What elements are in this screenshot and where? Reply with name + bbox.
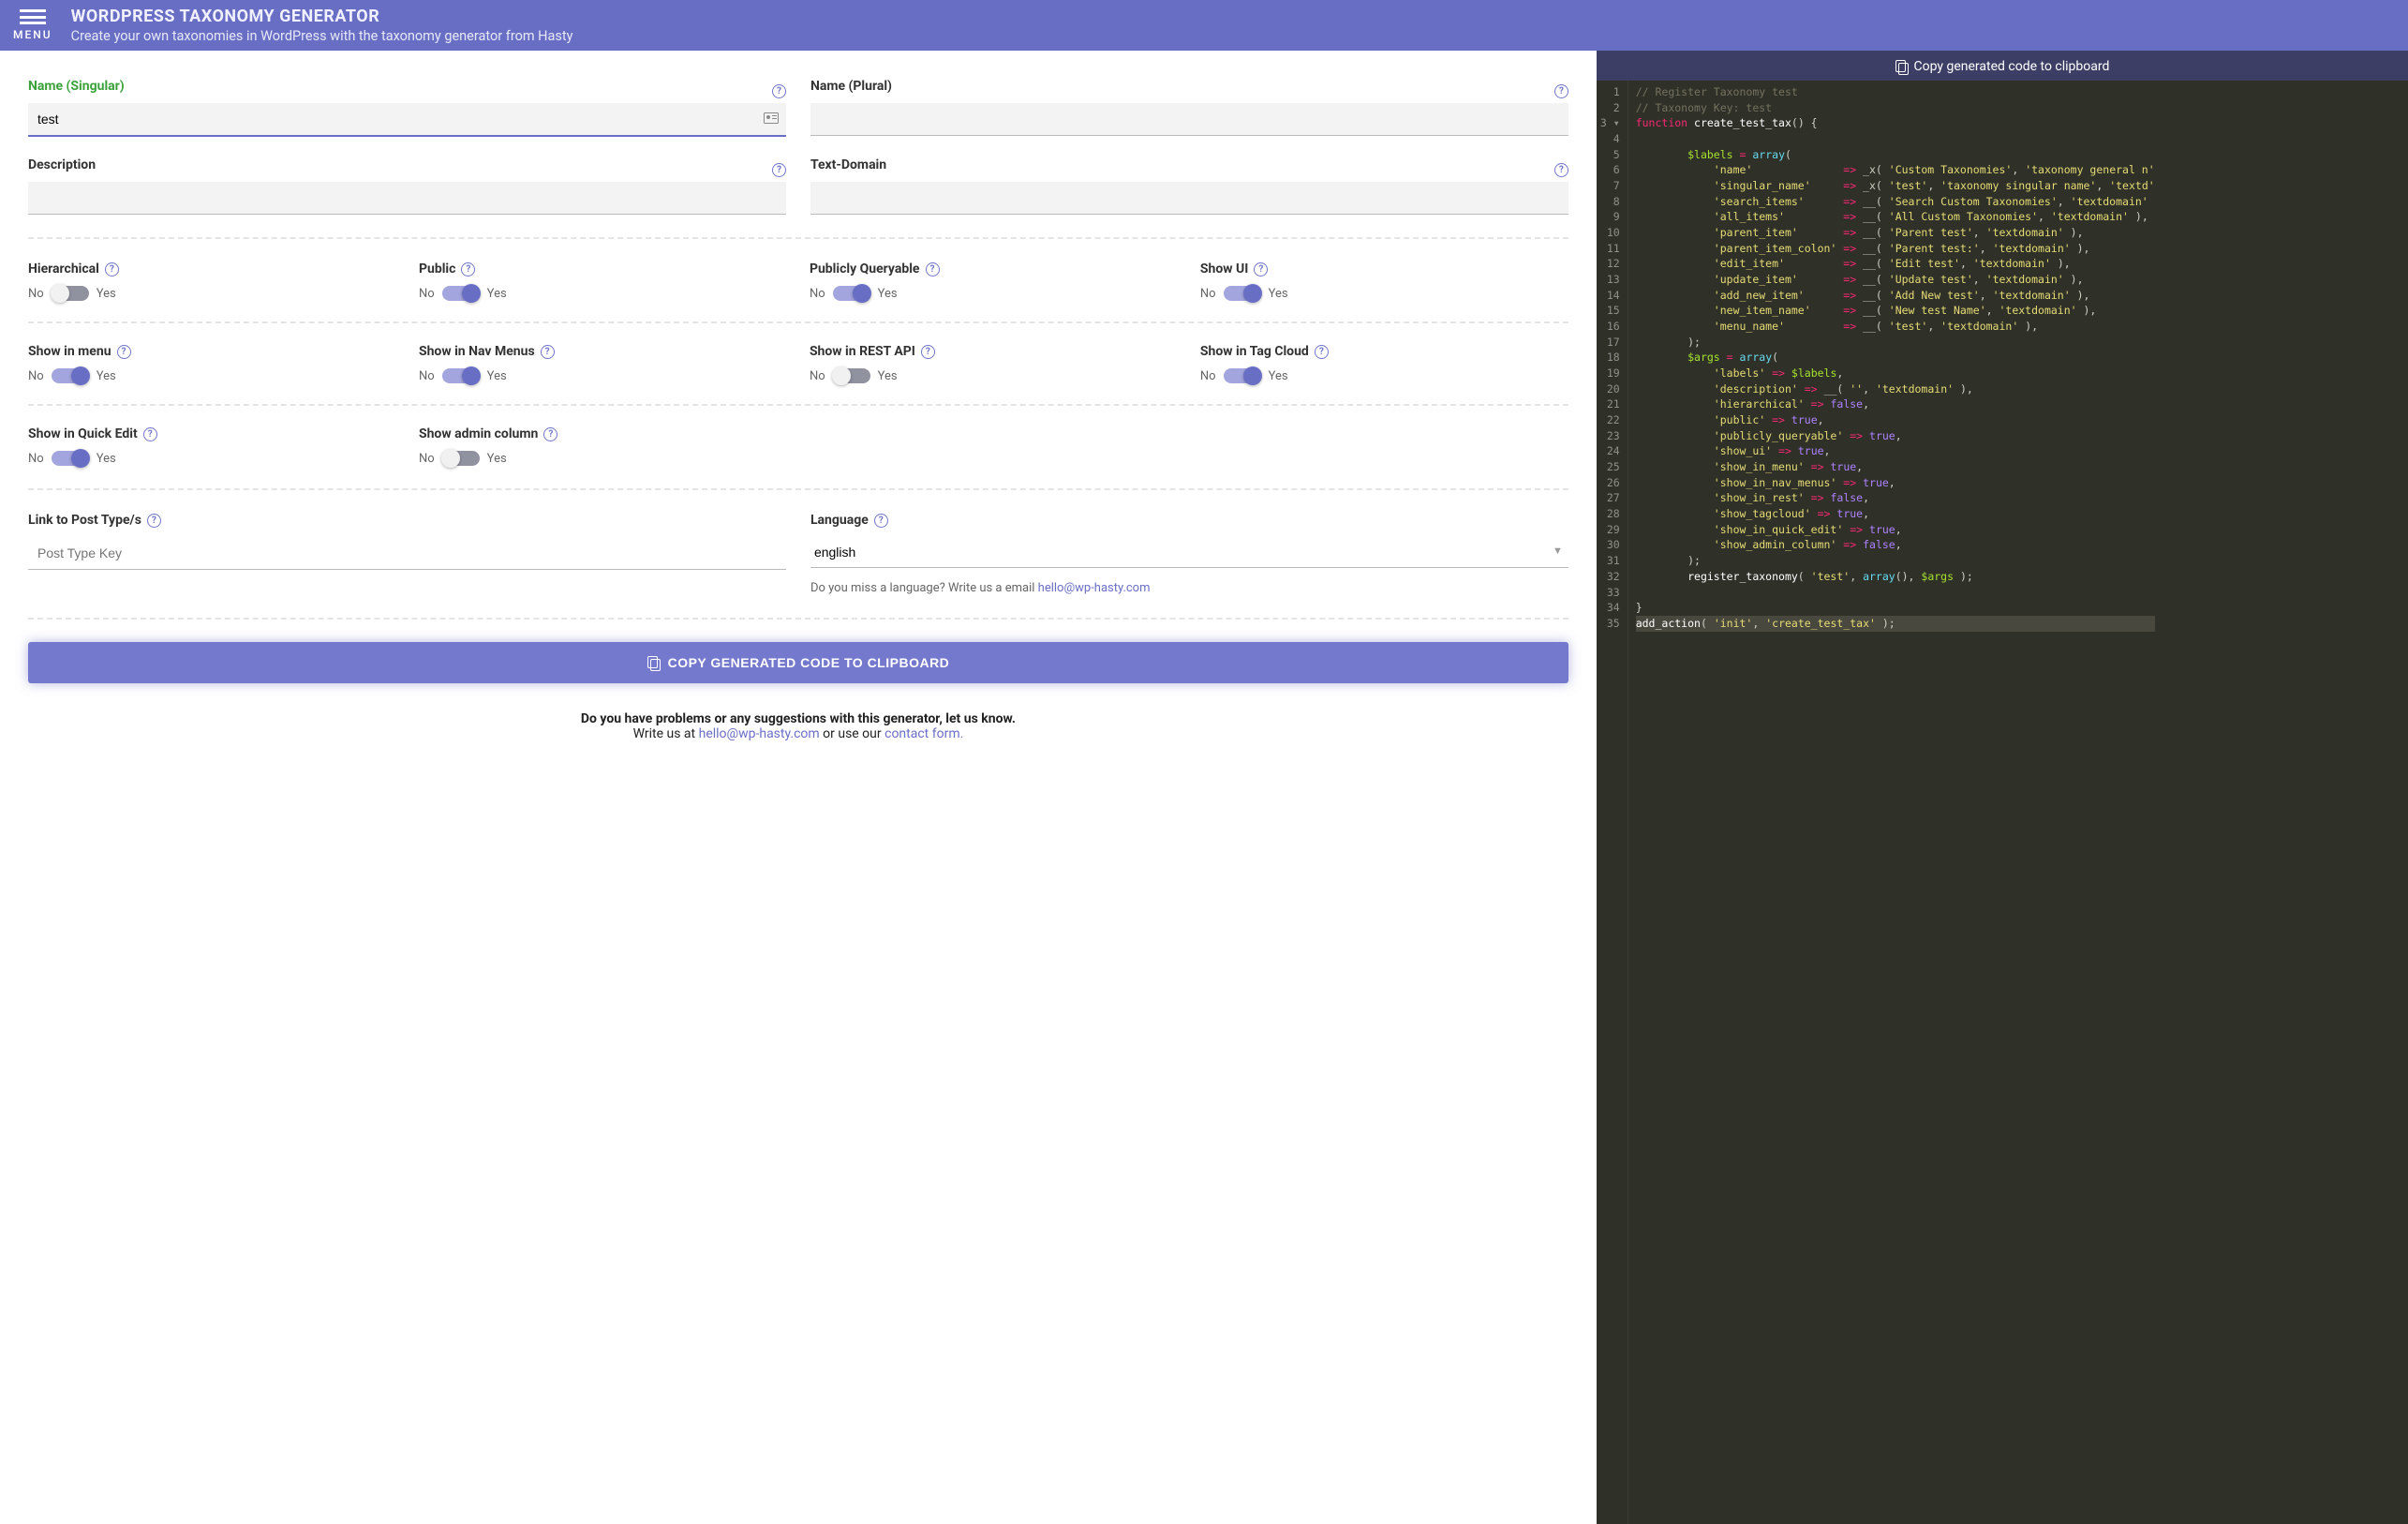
- help-icon[interactable]: ?: [772, 163, 786, 177]
- label-link-post-types: Link to Post Type/s ?: [28, 513, 786, 528]
- copy-code-header-button[interactable]: Copy generated code to clipboard: [1597, 52, 2408, 81]
- toggle-yes-label: Yes: [487, 287, 507, 301]
- toggle-yes-label: Yes: [878, 287, 898, 301]
- label-language: Language ?: [810, 513, 1568, 528]
- footer-contact-link[interactable]: contact form.: [884, 726, 963, 741]
- toggle-no-label: No: [419, 287, 435, 301]
- text-domain-input[interactable]: [810, 182, 1568, 215]
- toggle-no-label: No: [419, 452, 435, 466]
- toggle-yes-label: Yes: [878, 369, 898, 383]
- help-icon[interactable]: ?: [921, 345, 935, 359]
- label-name-singular: Name (Singular): [28, 79, 125, 94]
- link-post-types-input[interactable]: [28, 537, 786, 570]
- copy-icon: [647, 656, 661, 669]
- hamburger-icon: [20, 9, 46, 24]
- help-icon[interactable]: ?: [1315, 345, 1329, 359]
- help-icon[interactable]: ?: [541, 345, 555, 359]
- toggle-no-label: No: [1200, 369, 1216, 383]
- toggle-no-label: No: [1200, 287, 1216, 301]
- show-in-nav-menus-toggle[interactable]: [442, 368, 480, 383]
- label-text-domain: Text-Domain: [810, 157, 886, 172]
- help-icon[interactable]: ?: [143, 427, 157, 441]
- help-icon[interactable]: ?: [147, 514, 161, 528]
- label-show-in-quick-edit: Show in Quick Edit ?: [28, 426, 394, 441]
- help-icon[interactable]: ?: [1554, 84, 1568, 98]
- label-show-ui: Show UI ?: [1200, 261, 1567, 276]
- toggle-no-label: No: [810, 287, 825, 301]
- show-in-menu-toggle[interactable]: [52, 368, 89, 383]
- form-pane: Name (Singular) ? Name (Plural): [0, 51, 1597, 1524]
- help-icon[interactable]: ?: [926, 262, 940, 276]
- language-hint: Do you miss a language? Write us a email…: [810, 581, 1568, 595]
- toggle-yes-label: Yes: [487, 369, 507, 383]
- label-show-in-menu: Show in menu ?: [28, 344, 394, 359]
- publicly-queryable-toggle[interactable]: [833, 286, 870, 301]
- footer-note: Do you have problems or any suggestions …: [28, 711, 1568, 741]
- help-icon[interactable]: ?: [1254, 262, 1268, 276]
- toggle-yes-label: Yes: [487, 452, 507, 466]
- toggle-yes-label: Yes: [1269, 369, 1288, 383]
- copy-code-button[interactable]: COPY GENERATED CODE TO CLIPBOARD: [28, 642, 1568, 683]
- toggle-no-label: No: [28, 452, 44, 466]
- help-icon[interactable]: ?: [117, 345, 131, 359]
- show-in-quick-edit-toggle[interactable]: [52, 451, 89, 466]
- label-name-plural: Name (Plural): [810, 79, 892, 94]
- label-hierarchical: Hierarchical ?: [28, 261, 394, 276]
- description-input[interactable]: [28, 182, 786, 215]
- help-icon[interactable]: ?: [874, 514, 888, 528]
- app-header: MENU WORDPRESS TAXONOMY GENERATOR Create…: [0, 0, 2408, 51]
- language-select[interactable]: english: [810, 537, 1568, 568]
- contact-card-icon: [764, 112, 779, 127]
- label-public: Public ?: [419, 261, 785, 276]
- toggle-yes-label: Yes: [97, 287, 116, 301]
- toggle-no-label: No: [28, 287, 44, 301]
- footer-email-link[interactable]: hello@wp-hasty.com: [699, 726, 820, 741]
- hierarchical-toggle[interactable]: [52, 286, 89, 301]
- menu-button[interactable]: MENU: [13, 9, 52, 41]
- toggle-yes-label: Yes: [97, 452, 116, 466]
- public-toggle[interactable]: [442, 286, 480, 301]
- language-hint-email[interactable]: hello@wp-hasty.com: [1038, 581, 1151, 595]
- menu-label: MENU: [13, 28, 52, 41]
- label-show-admin-column: Show admin column ?: [419, 426, 785, 441]
- toggle-no-label: No: [419, 369, 435, 383]
- show-in-rest-toggle[interactable]: [833, 368, 870, 383]
- page-title: WORDPRESS TAXONOMY GENERATOR: [71, 7, 573, 26]
- show-ui-toggle[interactable]: [1224, 286, 1261, 301]
- code-editor[interactable]: 123 ▾45678910111213141516171819202122232…: [1597, 81, 2408, 1524]
- label-show-in-nav-menus: Show in Nav Menus ?: [419, 344, 785, 359]
- show-tag-cloud-toggle[interactable]: [1224, 368, 1261, 383]
- help-icon[interactable]: ?: [105, 262, 119, 276]
- help-icon[interactable]: ?: [461, 262, 475, 276]
- name-plural-input[interactable]: [810, 103, 1568, 136]
- page-subtitle: Create your own taxonomies in WordPress …: [71, 28, 573, 44]
- copy-icon: [1895, 60, 1909, 73]
- label-description: Description: [28, 157, 96, 172]
- toggle-yes-label: Yes: [97, 369, 116, 383]
- name-singular-input[interactable]: [28, 103, 786, 137]
- toggle-no-label: No: [810, 369, 825, 383]
- help-icon[interactable]: ?: [1554, 163, 1568, 177]
- toggle-yes-label: Yes: [1269, 287, 1288, 301]
- label-publicly-queryable: Publicly Queryable ?: [810, 261, 1176, 276]
- toggle-no-label: No: [28, 369, 44, 383]
- help-icon[interactable]: ?: [772, 84, 786, 98]
- show-admin-column-toggle[interactable]: [442, 451, 480, 466]
- help-icon[interactable]: ?: [543, 427, 557, 441]
- label-show-in-rest: Show in REST API ?: [810, 344, 1176, 359]
- code-pane: Copy generated code to clipboard 123 ▾45…: [1597, 51, 2408, 1524]
- label-show-tag-cloud: Show in Tag Cloud ?: [1200, 344, 1567, 359]
